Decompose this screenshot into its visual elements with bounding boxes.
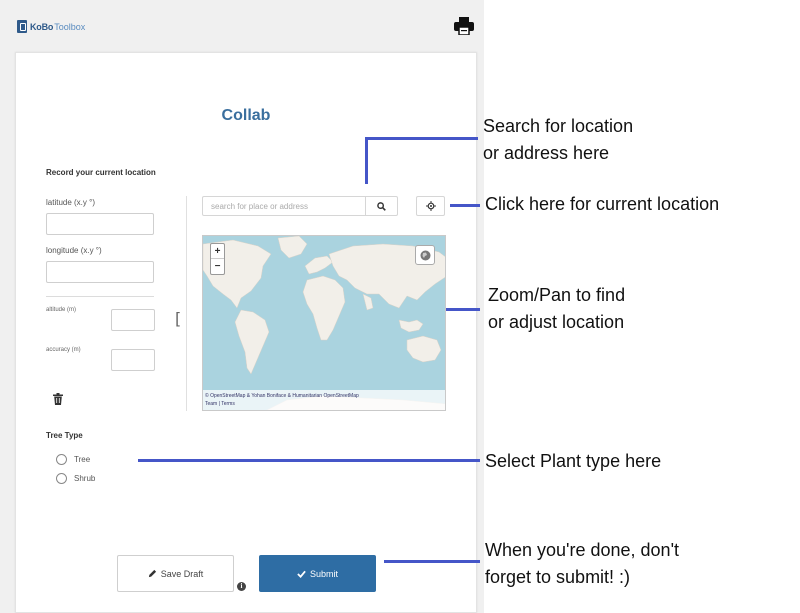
map-attribution: © OpenStreetMap & Yohan Boniface & Human… (203, 390, 445, 410)
map-attribution-line1[interactable]: © OpenStreetMap & Yohan Boniface & Human… (205, 392, 443, 400)
zoom-in-button[interactable]: + (211, 244, 224, 259)
radio-option-tree[interactable]: Tree (56, 454, 90, 465)
annotation-zoom-line2: or adjust location (488, 312, 625, 332)
annotation-line-location (450, 204, 480, 207)
annotation-line-search-horizontal (365, 137, 478, 140)
radio-button[interactable] (56, 454, 67, 465)
annotation-select-type: Select Plant type here (485, 451, 662, 471)
annotation-current-location: Click here for current location (485, 194, 720, 214)
pencil-icon (148, 569, 156, 578)
search-icon (377, 201, 386, 211)
tree-type-label: Tree Type (46, 431, 83, 440)
latitude-label: latitude (x.y °) (46, 198, 95, 207)
radio-button[interactable] (56, 473, 67, 484)
accuracy-label: accuracy (m) (46, 347, 81, 353)
annotation-submit: When you're done, don't forget to submit… (485, 537, 679, 591)
form-title: Collab (221, 107, 271, 124)
crosshair-icon (425, 201, 436, 211)
logo-brand-text: KoBo (30, 21, 54, 32)
save-draft-label: Save Draft (160, 568, 204, 579)
radio-label: Shrub (74, 474, 96, 483)
location-search-input[interactable] (203, 197, 365, 215)
annotation-search-line1: Search for location (483, 116, 634, 136)
annotation-search-line2: or address here (483, 143, 610, 163)
location-map[interactable]: + − © OpenStreetMap & Yohan Boniface & H… (202, 235, 446, 411)
map-attribution-line2[interactable]: Team | Terms (205, 400, 443, 408)
accuracy-input[interactable] (111, 349, 155, 371)
radio-label: Tree (74, 455, 91, 464)
longitude-label: longitude (x.y °) (46, 246, 102, 255)
kobo-logo[interactable]: KoBo Toolbox (17, 20, 85, 33)
save-draft-button[interactable]: Save Draft (117, 555, 234, 592)
altitude-label: altitude (m) (46, 307, 77, 313)
annotation-zoom: Zoom/Pan to find or adjust location (488, 282, 625, 336)
annotation-submit-line1: When you're done, don't (485, 540, 680, 560)
annotation-line-search-vertical (365, 137, 368, 184)
checkmark-icon (297, 570, 306, 578)
location-section-label: Record your current location (46, 168, 156, 177)
current-location-button[interactable] (416, 196, 445, 216)
geo-divider (186, 196, 187, 411)
annotation-line-submit (384, 560, 480, 563)
trash-icon[interactable] (53, 393, 63, 405)
longitude-input[interactable] (46, 261, 154, 283)
logo-sub-text: Toolbox (54, 21, 86, 32)
zoom-control: + − (210, 243, 225, 275)
globe-icon (420, 250, 430, 260)
latitude-input[interactable] (46, 213, 154, 235)
top-bar: KoBo Toolbox (0, 0, 484, 52)
field-separator (46, 296, 154, 297)
info-icon[interactable]: i (237, 582, 246, 591)
zoom-out-button[interactable]: − (211, 259, 224, 274)
printer-icon[interactable] (454, 17, 474, 35)
bracket-glyph: [ (175, 309, 182, 328)
submit-button[interactable]: Submit (259, 555, 376, 592)
world-map (203, 236, 445, 410)
search-button[interactable] (365, 197, 397, 215)
submit-label: Submit (309, 568, 338, 579)
annotation-submit-line2: forget to submit! :) (485, 567, 631, 587)
kobo-logo-icon (17, 20, 27, 33)
altitude-input[interactable] (111, 309, 155, 331)
annotation-search: Search for location or address here (483, 113, 633, 167)
location-search-box (202, 196, 398, 216)
annotation-zoom-line1: Zoom/Pan to find (488, 285, 626, 305)
annotation-line-zoom (446, 308, 480, 311)
radio-option-shrub[interactable]: Shrub (56, 473, 95, 484)
annotation-line-type (138, 459, 480, 462)
layers-button[interactable] (415, 245, 435, 265)
